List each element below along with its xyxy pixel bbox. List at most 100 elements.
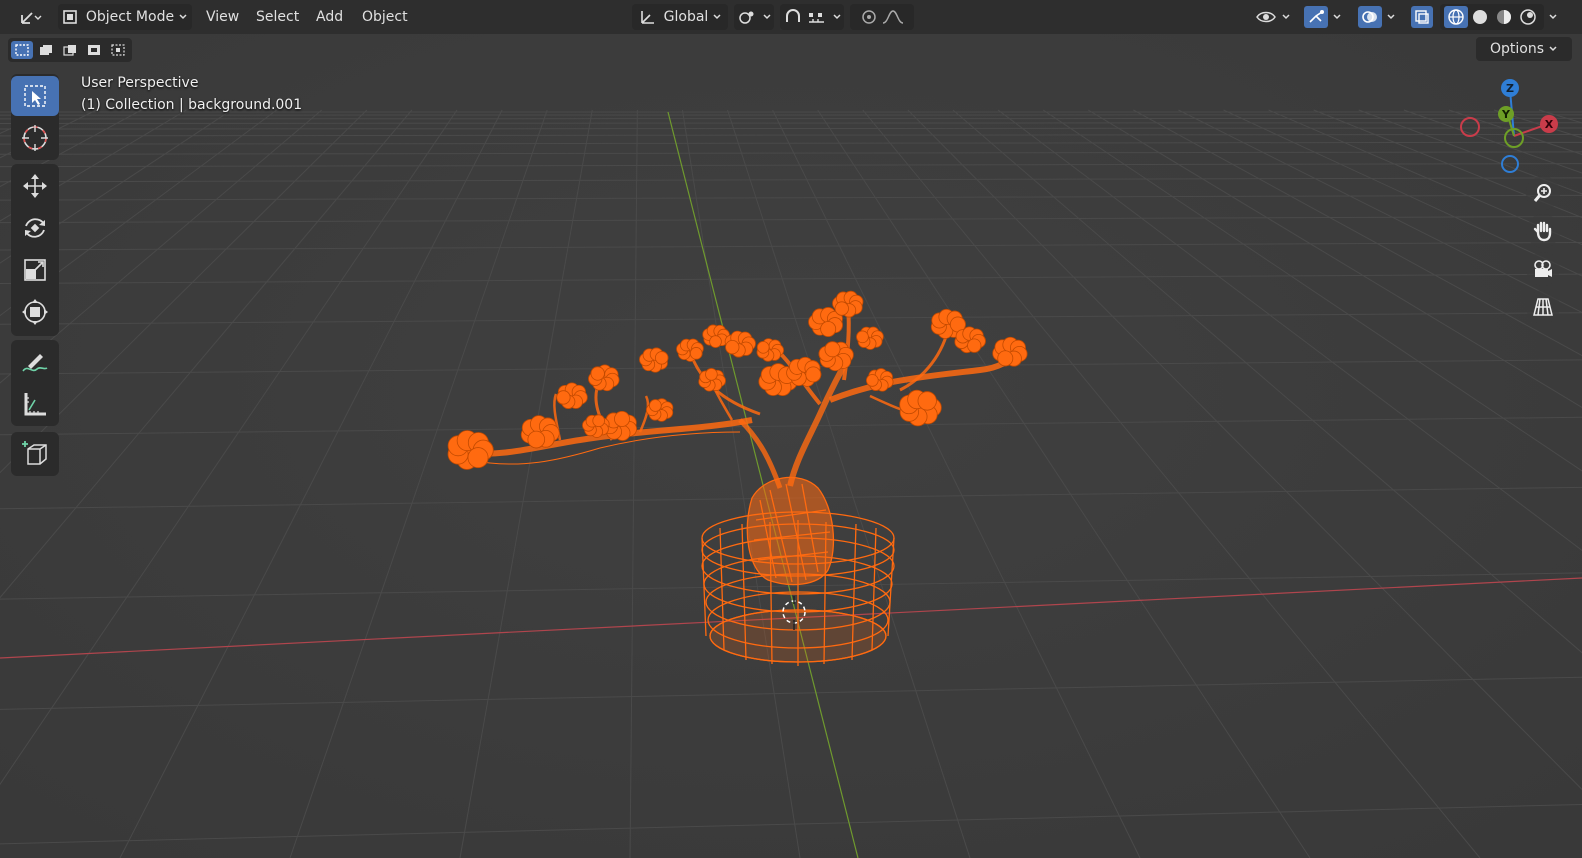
select-new-button[interactable] (11, 41, 33, 59)
shading-options-dropdown[interactable] (1544, 4, 1558, 30)
toolbar-group-annotate (11, 340, 59, 426)
pivot-point-dropdown[interactable] (734, 4, 774, 30)
overlays-icon (1362, 11, 1377, 23)
3d-cursor-icon (22, 125, 48, 151)
add-cube-icon (22, 441, 47, 465)
select-extend-button[interactable] (35, 41, 57, 59)
falloff-curve-icon (882, 10, 904, 24)
z-axis-label: Z (1506, 82, 1514, 95)
y-axis-label: Y (1501, 108, 1511, 121)
chevron-down-icon (1282, 14, 1290, 20)
zoom-button[interactable] (1526, 176, 1560, 210)
mode-label: Object Mode (85, 9, 175, 25)
viewport-header: Object Mode View Select Add Object Globa… (0, 0, 1582, 34)
chevron-down-icon (1549, 14, 1557, 20)
orientation-label: Global (663, 9, 709, 25)
selection-mode-group (8, 38, 132, 62)
show-overlays-toggle[interactable] (1358, 6, 1382, 28)
material-sphere-icon (1497, 10, 1511, 24)
chevron-down-icon (1549, 46, 1557, 52)
chevron-down-icon (833, 14, 841, 20)
menu-select[interactable]: Select (248, 4, 307, 30)
rotate-tool[interactable] (11, 208, 59, 248)
scale-tool[interactable] (11, 250, 59, 290)
toolbar-group-transform (11, 164, 59, 336)
hand-icon (1533, 221, 1552, 242)
visibility-dropdown[interactable] (1254, 4, 1292, 30)
options-label: Options (1489, 41, 1545, 57)
menu-add[interactable]: Add (308, 4, 351, 30)
wireframe-shading-button[interactable] (1444, 6, 1468, 28)
move-arrows-icon (23, 174, 47, 198)
add-cube-tool[interactable] (11, 434, 59, 474)
neg-z-handle[interactable] (1501, 155, 1519, 173)
select-invert-icon (88, 45, 100, 55)
chevron-down-icon (1333, 14, 1341, 20)
pan-button[interactable] (1526, 214, 1560, 248)
scale-icon (24, 259, 46, 281)
camera-icon (1534, 260, 1552, 277)
zoom-icon (1533, 184, 1551, 202)
select-box-tool[interactable] (11, 76, 59, 116)
chevron-down-icon (1387, 14, 1395, 20)
select-invert-button[interactable] (83, 41, 105, 59)
rendered-shading-button[interactable] (1516, 6, 1540, 28)
xray-icon (1415, 10, 1429, 24)
pivot-icon (739, 11, 754, 24)
gizmo-toggle-group[interactable] (1298, 4, 1348, 30)
rendered-sphere-icon (1520, 9, 1536, 25)
select-box-icon (24, 85, 46, 107)
chevron-down-icon (179, 14, 187, 20)
navigation-gizmo[interactable]: Z Y X (1458, 76, 1562, 180)
select-subtract-button[interactable] (59, 41, 81, 59)
move-tool[interactable] (11, 166, 59, 206)
editor-type-button[interactable] (14, 4, 48, 30)
rotate-icon (25, 218, 45, 238)
snapping-group[interactable] (780, 4, 844, 30)
axis-icon (21, 12, 42, 24)
transform-orientation-icon (640, 11, 654, 24)
chevron-down-icon (763, 14, 771, 20)
solid-sphere-icon (1473, 10, 1487, 24)
measure-ruler-icon (24, 393, 46, 416)
shading-modes (1440, 4, 1544, 30)
object-mode-icon (63, 10, 77, 24)
eye-icon (1256, 11, 1276, 23)
snap-magnet-icon (786, 9, 800, 22)
measure-tool[interactable] (11, 384, 59, 424)
menu-view[interactable]: View (198, 4, 247, 30)
proportional-editing-group[interactable] (850, 4, 914, 30)
annotate-pencil-icon (22, 354, 48, 372)
solid-shading-button[interactable] (1468, 6, 1492, 28)
show-gizmo-toggle[interactable] (1304, 6, 1328, 28)
perspective-toggle-button[interactable] (1526, 290, 1560, 324)
select-subtract-icon (63, 45, 76, 56)
select-intersect-button[interactable] (107, 41, 129, 59)
select-new-icon (15, 44, 29, 56)
camera-view-button[interactable] (1526, 252, 1560, 286)
snap-increment-icon (809, 13, 824, 23)
toolbar-group-add (11, 432, 59, 476)
options-dropdown[interactable]: Options (1476, 37, 1572, 61)
proportional-edit-icon (862, 10, 876, 24)
mode-dropdown[interactable]: Object Mode (58, 4, 192, 30)
cursor-tool[interactable] (11, 118, 59, 158)
view-name: User Perspective (81, 75, 199, 91)
menu-object[interactable]: Object (354, 4, 416, 30)
transform-icon (22, 299, 48, 325)
3d-viewport[interactable] (0, 0, 1582, 858)
toolbar-group-select (11, 74, 59, 160)
collection-info: (1) Collection | background.001 (81, 97, 303, 113)
xray-toggle[interactable] (1410, 4, 1434, 30)
orientation-dropdown[interactable]: Global (632, 4, 728, 30)
annotate-tool[interactable] (11, 342, 59, 382)
x-axis-label: X (1545, 118, 1554, 131)
chevron-down-icon (713, 14, 721, 20)
overlay-toggle-group[interactable] (1352, 4, 1402, 30)
select-extend-icon (40, 45, 52, 55)
neg-x-handle[interactable] (1460, 117, 1480, 137)
grid-perspective-icon (1533, 298, 1553, 316)
wireframe-sphere-icon (1448, 9, 1464, 25)
transform-tool[interactable] (11, 292, 59, 332)
material-shading-button[interactable] (1492, 6, 1516, 28)
